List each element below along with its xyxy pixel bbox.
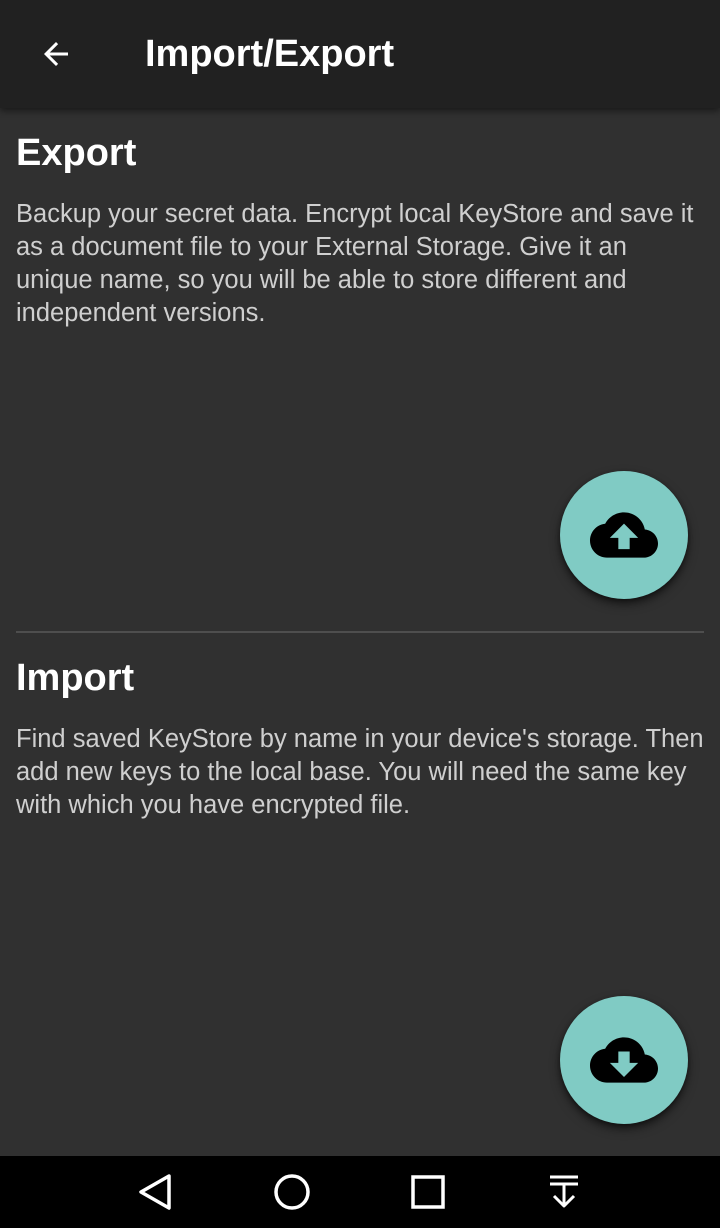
recents-square-icon xyxy=(411,1175,445,1209)
nav-home-button[interactable] xyxy=(256,1164,328,1220)
export-button[interactable] xyxy=(560,471,688,599)
system-navigation-bar xyxy=(0,1156,720,1228)
page-title: Import/Export xyxy=(145,33,395,75)
nav-back-button[interactable] xyxy=(120,1164,192,1220)
section-divider xyxy=(16,631,704,633)
back-button[interactable] xyxy=(24,22,88,86)
import-section-title: Import xyxy=(16,657,135,699)
notifications-pulldown-icon xyxy=(550,1175,578,1208)
import-description: Find saved KeyStore by name in your devi… xyxy=(16,725,704,819)
export-section-title: Export xyxy=(16,132,137,174)
import-button[interactable] xyxy=(560,996,688,1124)
app-bar: Import/Export xyxy=(0,0,720,108)
arrow-back-icon xyxy=(44,42,68,66)
back-triangle-icon xyxy=(139,1174,171,1210)
cloud-download-icon xyxy=(590,1037,658,1083)
export-description: Backup your secret data. Encrypt local K… xyxy=(16,200,694,327)
nav-recents-button[interactable] xyxy=(392,1164,464,1220)
nav-notifications-button[interactable] xyxy=(528,1164,600,1220)
home-circle-icon xyxy=(274,1174,310,1210)
cloud-upload-icon xyxy=(590,512,658,558)
import-export-screen: Import/Export Export Backup your secret … xyxy=(0,0,720,1228)
